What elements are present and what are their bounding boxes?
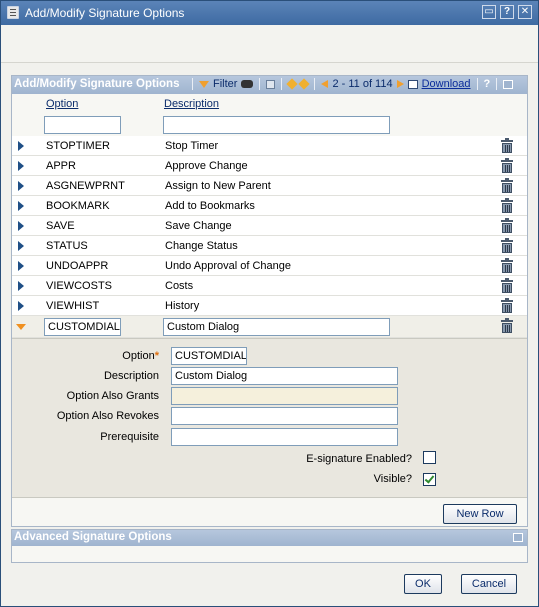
find-icon[interactable] — [241, 80, 254, 88]
panel-title: Add/Modify Signature Options — [14, 78, 180, 90]
delete-row-icon[interactable] — [501, 298, 513, 313]
option-also-grants-label: Option Also Grants — [66, 390, 159, 402]
collapse-row-icon[interactable] — [16, 324, 26, 330]
delete-row-icon[interactable] — [501, 278, 513, 293]
expand-row-icon[interactable] — [18, 181, 24, 191]
options-table: STOPTIMER Stop Timer APPR Approve Change… — [12, 136, 527, 338]
collapse-icon[interactable] — [513, 533, 523, 542]
option-also-revokes-field[interactable] — [171, 407, 398, 425]
table-row[interactable]: APPR Approve Change — [12, 156, 527, 176]
cancel-button[interactable]: Cancel — [461, 574, 517, 594]
title-bar-controls: ▭ ? ✕ — [482, 5, 532, 19]
row-detail-section: Option* CUSTOMDIALO Description Custom D… — [12, 338, 527, 498]
delete-row-icon[interactable] — [501, 258, 513, 273]
description-label: Description — [103, 370, 159, 382]
table-row[interactable]: VIEWHIST History — [12, 296, 527, 316]
next-arrow-icon[interactable] — [396, 80, 404, 88]
description-filter-input[interactable] — [163, 116, 390, 134]
row-description-input[interactable]: Custom Dialog — [163, 318, 390, 336]
delete-row-icon[interactable] — [501, 318, 513, 333]
filter-icon[interactable] — [199, 80, 209, 88]
table-row[interactable]: UNDOAPPR Undo Approval of Change — [12, 256, 527, 276]
expand-row-icon[interactable] — [18, 161, 24, 171]
advanced-options-panel: Advanced Signature Options — [11, 529, 528, 563]
checkmark-icon — [424, 473, 435, 484]
visible-checkbox[interactable] — [423, 473, 436, 486]
selected-table-row[interactable]: CUSTOMDIALO Custom Dialog — [12, 316, 527, 338]
restore-icon[interactable]: ▭ — [482, 5, 496, 19]
option-field[interactable]: CUSTOMDIALO — [171, 347, 247, 365]
ok-button[interactable]: OK — [404, 574, 442, 594]
window-title: Add/Modify Signature Options — [25, 6, 185, 20]
expand-row-icon[interactable] — [18, 301, 24, 311]
panel-help-icon[interactable]: ? — [484, 78, 491, 90]
page-range: 2 - 11 of 114 — [332, 78, 393, 90]
table-row[interactable]: STOPTIMER Stop Timer — [12, 136, 527, 156]
prerequisite-field[interactable] — [171, 428, 398, 446]
required-marker: * — [154, 350, 159, 362]
row-option-input[interactable]: CUSTOMDIALO — [44, 318, 121, 336]
download-icon[interactable] — [407, 79, 418, 89]
description-field[interactable]: Custom Dialog — [171, 367, 398, 385]
panel-header: Add/Modify Signature Options Filter 2 - … — [12, 76, 527, 94]
delete-row-icon[interactable] — [501, 218, 513, 233]
table-row[interactable]: SAVE Save Change — [12, 216, 527, 236]
clear-filter-icon[interactable] — [266, 79, 276, 89]
visible-label: Visible? — [373, 473, 412, 485]
dialog-window: Add/Modify Signature Options ▭ ? ✕ Add/M… — [0, 0, 539, 607]
table-row[interactable]: VIEWCOSTS Costs — [12, 276, 527, 296]
delete-row-icon[interactable] — [501, 238, 513, 253]
e-signature-label: E-signature Enabled? — [306, 453, 412, 465]
new-row-button[interactable]: New Row — [443, 504, 517, 524]
delete-row-icon[interactable] — [501, 178, 513, 193]
filter-link[interactable]: Filter — [213, 78, 237, 90]
e-signature-checkbox[interactable] — [423, 451, 436, 464]
table-row[interactable]: STATUS Change Status — [12, 236, 527, 256]
expand-row-icon[interactable] — [18, 241, 24, 251]
expand-row-icon[interactable] — [18, 261, 24, 271]
option-also-revokes-label: Option Also Revokes — [56, 410, 159, 422]
expand-row-icon[interactable] — [18, 141, 24, 151]
delete-row-icon[interactable] — [501, 198, 513, 213]
title-bar: Add/Modify Signature Options ▭ ? ✕ — [1, 1, 538, 25]
expand-row-icon[interactable] — [18, 221, 24, 231]
collapse-icon[interactable] — [503, 79, 514, 89]
help-icon[interactable]: ? — [500, 5, 514, 19]
column-header-option[interactable]: Option — [46, 98, 78, 110]
toolbar-strip — [1, 25, 538, 63]
download-link[interactable]: Download — [422, 78, 471, 90]
advanced-options-title: Advanced Signature Options — [14, 531, 172, 543]
advanced-options-header[interactable]: Advanced Signature Options — [12, 530, 527, 546]
column-header-description[interactable]: Description — [164, 98, 219, 110]
option-also-grants-field[interactable] — [171, 387, 398, 405]
options-panel: Add/Modify Signature Options Filter 2 - … — [11, 75, 528, 527]
prerequisite-label: Prerequisite — [100, 431, 159, 443]
table-row[interactable]: ASGNEWPRNT Assign to New Parent — [12, 176, 527, 196]
option-label: Option* — [122, 350, 159, 362]
delete-row-icon[interactable] — [501, 158, 513, 173]
expand-row-icon[interactable] — [18, 201, 24, 211]
table-row[interactable]: BOOKMARK Add to Bookmarks — [12, 196, 527, 216]
option-filter-input[interactable] — [44, 116, 121, 134]
previous-page-icon[interactable] — [286, 78, 299, 90]
previous-arrow-icon[interactable] — [321, 80, 329, 88]
delete-row-icon[interactable] — [501, 138, 513, 153]
expand-row-icon[interactable] — [18, 281, 24, 291]
dialog-icon — [7, 6, 19, 19]
panel-toolbar: Filter 2 - 11 of 114 Download ? — [190, 78, 514, 90]
next-page-icon[interactable] — [298, 78, 311, 90]
close-icon[interactable]: ✕ — [518, 5, 532, 19]
